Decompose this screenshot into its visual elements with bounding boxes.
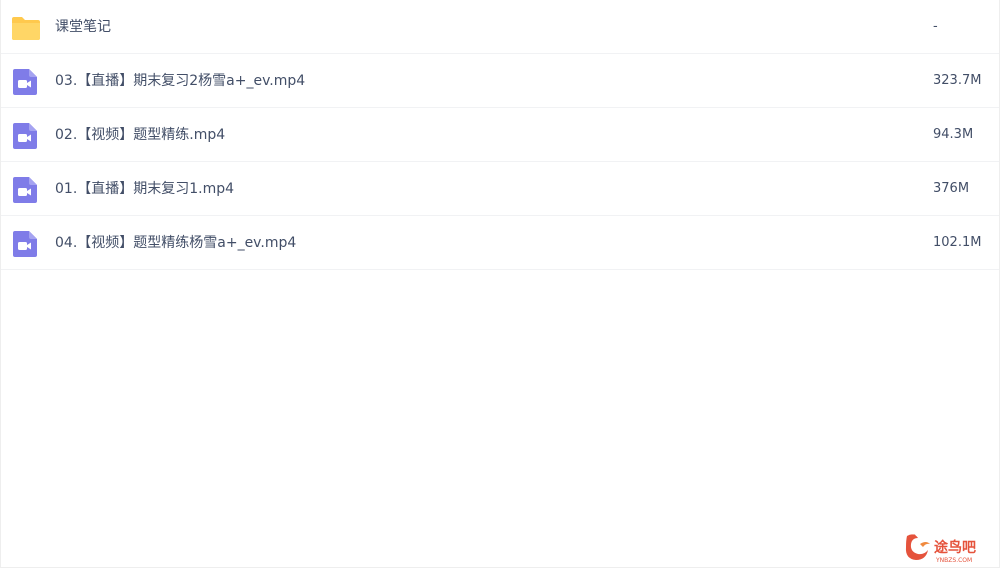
video-file-icon	[11, 176, 39, 204]
folder-icon	[11, 14, 40, 42]
file-row-video[interactable]: 01.【直播】期末复习1.mp4 376M	[1, 162, 999, 216]
video-file-icon	[11, 122, 39, 150]
file-name: 03.【直播】期末复习2杨雪a+_ev.mp4	[55, 73, 306, 89]
file-name: 04.【视频】题型精练杨雪a+_ev.mp4	[55, 235, 297, 251]
watermark-logo: 途鸟吧 YNBZS.COM	[904, 530, 996, 564]
file-row-video[interactable]: 04.【视频】题型精练杨雪a+_ev.mp4 102.1M	[1, 216, 999, 270]
file-browser-window: 课堂笔记 - 03.【直播】期末复习2杨雪a+_ev.mp4 323.7M 02…	[0, 0, 1000, 568]
watermark-text: 途鸟吧	[934, 539, 976, 556]
file-size: -	[933, 19, 938, 34]
file-name: 02.【视频】题型精练.mp4	[55, 127, 226, 143]
video-file-icon	[11, 68, 39, 96]
file-row-video[interactable]: 03.【直播】期末复习2杨雪a+_ev.mp4 323.7M	[1, 54, 999, 108]
video-file-icon	[11, 230, 39, 258]
file-name: 01.【直播】期末复习1.mp4	[55, 181, 235, 197]
file-size: 94.3M	[933, 127, 974, 142]
file-list: 课堂笔记 - 03.【直播】期末复习2杨雪a+_ev.mp4 323.7M 02…	[1, 0, 999, 270]
file-name: 课堂笔记	[55, 19, 111, 35]
file-size: 102.1M	[933, 235, 982, 250]
file-row-folder[interactable]: 课堂笔记 -	[1, 0, 999, 54]
file-row-video[interactable]: 02.【视频】题型精练.mp4 94.3M	[1, 108, 999, 162]
file-size: 323.7M	[933, 73, 982, 88]
file-size: 376M	[933, 181, 970, 196]
watermark-subtext: YNBZS.COM	[935, 557, 972, 564]
